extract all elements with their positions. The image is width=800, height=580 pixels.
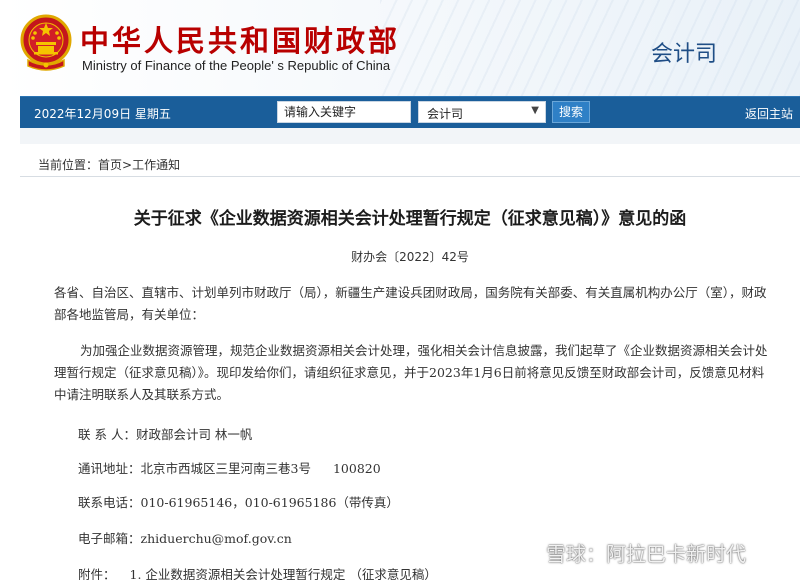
ministry-name-en: Ministry of Finance of the People' s Rep… xyxy=(82,58,391,73)
document-title: 关于征求《企业数据资源相关会计处理暂行规定（征求意见稿）》意见的函 xyxy=(133,209,687,229)
site-header: 中华人民共和国财政部 Ministry of Finance of the Pe… xyxy=(0,0,800,96)
main-content: 当前位置：首页>工作通知 关于征求《企业数据资源相关会计处理暂行规定（征求意见稿… xyxy=(20,128,800,580)
return-home-link[interactable]: 返回主站 xyxy=(745,105,793,122)
department-name: 会计司 xyxy=(651,42,718,67)
breadcrumb-divider xyxy=(20,176,800,177)
header-decoration xyxy=(380,0,800,96)
attachment-link[interactable]: 1. 企业数据资源相关会计处理暂行规定 （征求意见稿） xyxy=(130,567,437,580)
breadcrumb-prefix: 当前位置： xyxy=(38,158,99,172)
contact-value: 财政部会计司 林一帆 xyxy=(135,427,253,442)
postcode-value: 100820 xyxy=(332,461,381,476)
contact-label: 联 系 人： xyxy=(78,427,136,442)
search-button[interactable]: 搜索 xyxy=(552,101,590,123)
breadcrumb-current-link[interactable]: 工作通知 xyxy=(132,158,180,172)
phone-value: 010-61965146，010-61965186（带传真） xyxy=(140,495,399,510)
address-line: 通讯地址：北京市西城区三里河南三巷3号 100820 xyxy=(78,458,381,477)
breadcrumb-home-link[interactable]: 首页 xyxy=(98,158,122,172)
chevron-down-icon: ▼ xyxy=(531,105,539,116)
email-line: 电子邮箱：zhiduerchu@mof.gov.cn xyxy=(78,528,292,547)
document-addressees: 各省、自治区、直辖市、计划单列市财政厅（局），新疆生产建设兵团财政局，国务院有关… xyxy=(54,285,767,322)
national-emblem-icon xyxy=(20,14,72,71)
ministry-name-cn: 中华人民共和国财政部 xyxy=(80,24,401,58)
watermark-text: 雪球：阿拉巴卡新时代 xyxy=(546,542,746,566)
watermark: 雪球：阿拉巴卡新时代 xyxy=(516,538,746,568)
phone-label: 联系电话： xyxy=(78,495,141,510)
phone-line: 联系电话：010-61965146，010-61965186（带传真） xyxy=(78,492,399,511)
document-body: 为加强企业数据资源管理，规范企业数据资源相关会计处理，强化相关会计信息披露，我们… xyxy=(54,343,768,402)
top-navbar: 2022年12月09日 星期五 会计司 ▼ 搜索 返回主站 xyxy=(20,96,800,128)
attachment-label: 附件： xyxy=(78,567,116,580)
email-label: 电子邮箱： xyxy=(78,531,141,546)
document-number: 财办会〔2022〕42号 xyxy=(351,250,469,264)
breadcrumb: 当前位置：首页>工作通知 xyxy=(38,156,180,173)
department-select[interactable]: 会计司 ▼ xyxy=(418,101,546,123)
department-select-value: 会计司 xyxy=(427,107,464,121)
contact-line: 联 系 人：财政部会计司 林一帆 xyxy=(78,424,252,443)
address-value: 北京市西城区三里河南三巷3号 xyxy=(140,461,311,476)
snowball-logo-icon xyxy=(516,545,540,566)
search-input[interactable] xyxy=(277,101,411,123)
content-top-band xyxy=(20,128,800,144)
current-date: 2022年12月09日 星期五 xyxy=(34,107,171,121)
breadcrumb-separator: > xyxy=(122,158,133,172)
email-value[interactable]: zhiduerchu@mof.gov.cn xyxy=(141,531,292,546)
attachment-line: 附件： 1. 企业数据资源相关会计处理暂行规定 （征求意见稿） xyxy=(78,564,437,580)
address-label: 通讯地址： xyxy=(78,461,141,476)
